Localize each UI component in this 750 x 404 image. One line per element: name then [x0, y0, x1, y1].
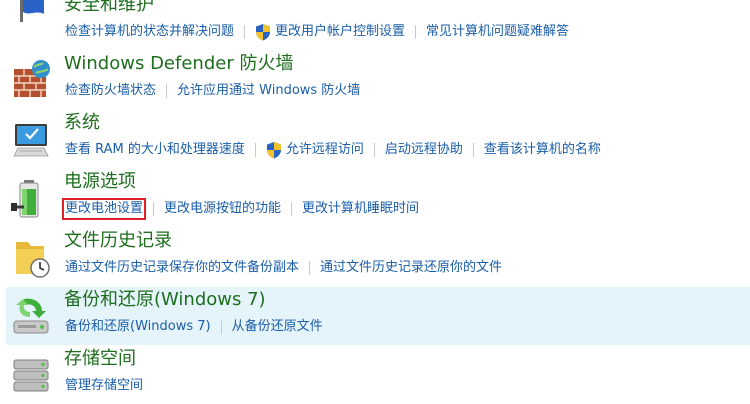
- category-link-label: 从备份还原文件: [231, 319, 323, 334]
- category-link-label: 备份和还原(Windows 7): [65, 319, 211, 334]
- category-row: 备份和还原(Windows 7) 备份和还原(Windows 7) 从备份还原文件: [6, 287, 750, 345]
- category-link[interactable]: 通过文件历史记录还原你的文件: [319, 259, 503, 277]
- category-link[interactable]: 管理存储空间: [64, 377, 144, 395]
- category-link[interactable]: 查看该计算机的名称: [483, 141, 602, 159]
- category-link-label: 查看 RAM 的大小和处理器速度: [65, 142, 245, 157]
- backup-icon[interactable]: [10, 295, 54, 339]
- link-separator: [309, 261, 311, 275]
- category-link-label: 更改电池设置: [65, 201, 144, 216]
- uac-shield-icon: [266, 142, 281, 159]
- link-separator: [415, 25, 417, 39]
- category-link-label: 管理存储空间: [65, 378, 144, 393]
- category-links: 通过文件历史记录保存你的文件备份副本 通过文件历史记录还原你的文件: [64, 258, 503, 278]
- category-link-label: 更改电源按钮的功能: [164, 201, 282, 216]
- category-row: 系统查看 RAM 的大小和处理器速度 允许远程访问 启动远程协助 查看该计算机的名称: [6, 110, 750, 168]
- storage-icon[interactable]: [10, 354, 54, 398]
- category-link-label: 通过文件历史记录保存你的文件备份副本: [65, 260, 300, 275]
- firewall-icon[interactable]: [10, 59, 54, 103]
- category-link[interactable]: 更改计算机睡眠时间: [301, 200, 420, 218]
- category-link[interactable]: 允许应用通过 Windows 防火墙: [176, 82, 361, 100]
- category-links: 备份和还原(Windows 7) 从备份还原文件: [64, 317, 324, 337]
- category-title[interactable]: 安全和维护: [64, 0, 154, 17]
- category-link-label: 允许应用通过 Windows 防火墙: [177, 83, 361, 98]
- link-separator: [220, 320, 222, 334]
- category-row: 安全和维护检查计算机的状态并解决问题 更改用户帐户控制设置 常见计算机问题疑难解答: [6, 0, 750, 50]
- category-row: 文件历史记录通过文件历史记录保存你的文件备份副本 通过文件历史记录还原你的文件: [6, 228, 750, 286]
- category-links: 检查计算机的状态并解决问题 更改用户帐户控制设置 常见计算机问题疑难解答: [64, 22, 570, 42]
- category-link-label: 检查防火墙状态: [65, 83, 157, 98]
- flag-icon[interactable]: [10, 0, 54, 44]
- category-link[interactable]: 更改用户帐户控制设置: [254, 23, 406, 41]
- category-row: 电源选项更改电池设置 更改电源按钮的功能 更改计算机睡眠时间: [6, 169, 750, 227]
- category-title[interactable]: Windows Defender 防火墙: [64, 52, 293, 76]
- category-link-label: 更改用户帐户控制设置: [275, 24, 406, 39]
- category-row: Windows Defender 防火墙检查防火墙状态 允许应用通过 Window…: [6, 51, 750, 109]
- category-title[interactable]: 系统: [64, 111, 100, 135]
- control-panel-category-list: 安全和维护检查计算机的状态并解决问题 更改用户帐户控制设置 常见计算机问题疑难解答…: [0, 0, 750, 400]
- category-links: 查看 RAM 的大小和处理器速度 允许远程访问 启动远程协助 查看该计算机的名称: [64, 140, 602, 160]
- category-link[interactable]: 通过文件历史记录保存你的文件备份副本: [64, 259, 300, 277]
- link-separator: [153, 202, 155, 216]
- category-link[interactable]: 从备份还原文件: [231, 318, 324, 336]
- link-separator: [166, 84, 168, 98]
- category-link-label: 常见计算机问题疑难解答: [426, 24, 570, 39]
- category-link[interactable]: 更改电池设置: [61, 198, 147, 220]
- category-row: 存储空间管理存储空间: [6, 346, 750, 404]
- category-link-label: 允许远程访问: [285, 142, 364, 157]
- category-link-label: 通过文件历史记录还原你的文件: [320, 260, 503, 275]
- category-links: 更改电池设置 更改电源按钮的功能 更改计算机睡眠时间: [61, 198, 420, 220]
- link-separator: [244, 25, 246, 39]
- link-separator: [373, 143, 375, 157]
- category-link[interactable]: 备份和还原(Windows 7): [64, 318, 212, 336]
- category-link-label: 检查计算机的状态并解决问题: [65, 24, 235, 39]
- category-link[interactable]: 检查防火墙状态: [64, 82, 157, 100]
- category-title[interactable]: 文件历史记录: [64, 229, 172, 253]
- category-link[interactable]: 更改电源按钮的功能: [163, 200, 282, 218]
- category-title[interactable]: 电源选项: [64, 170, 136, 194]
- battery-icon[interactable]: [10, 177, 54, 221]
- category-link[interactable]: 检查计算机的状态并解决问题: [64, 23, 235, 41]
- category-link[interactable]: 允许远程访问: [265, 141, 365, 159]
- link-separator: [254, 143, 256, 157]
- category-link-label: 查看该计算机的名称: [483, 142, 601, 157]
- category-link-label: 启动远程协助: [384, 142, 463, 157]
- category-link[interactable]: 查看 RAM 的大小和处理器速度: [64, 141, 246, 159]
- category-title[interactable]: 存储空间: [64, 347, 136, 371]
- category-link[interactable]: 启动远程协助: [384, 141, 464, 159]
- link-separator: [291, 202, 293, 216]
- category-links: 检查防火墙状态 允许应用通过 Windows 防火墙: [64, 81, 361, 101]
- category-links: 管理存储空间: [64, 376, 144, 396]
- link-separator: [472, 143, 474, 157]
- computer-icon[interactable]: [10, 118, 54, 162]
- file-history-icon[interactable]: [10, 236, 54, 280]
- category-title[interactable]: 备份和还原(Windows 7): [64, 288, 266, 312]
- uac-shield-icon: [256, 24, 271, 41]
- category-link[interactable]: 常见计算机问题疑难解答: [425, 23, 570, 41]
- category-link-label: 更改计算机睡眠时间: [302, 201, 420, 216]
